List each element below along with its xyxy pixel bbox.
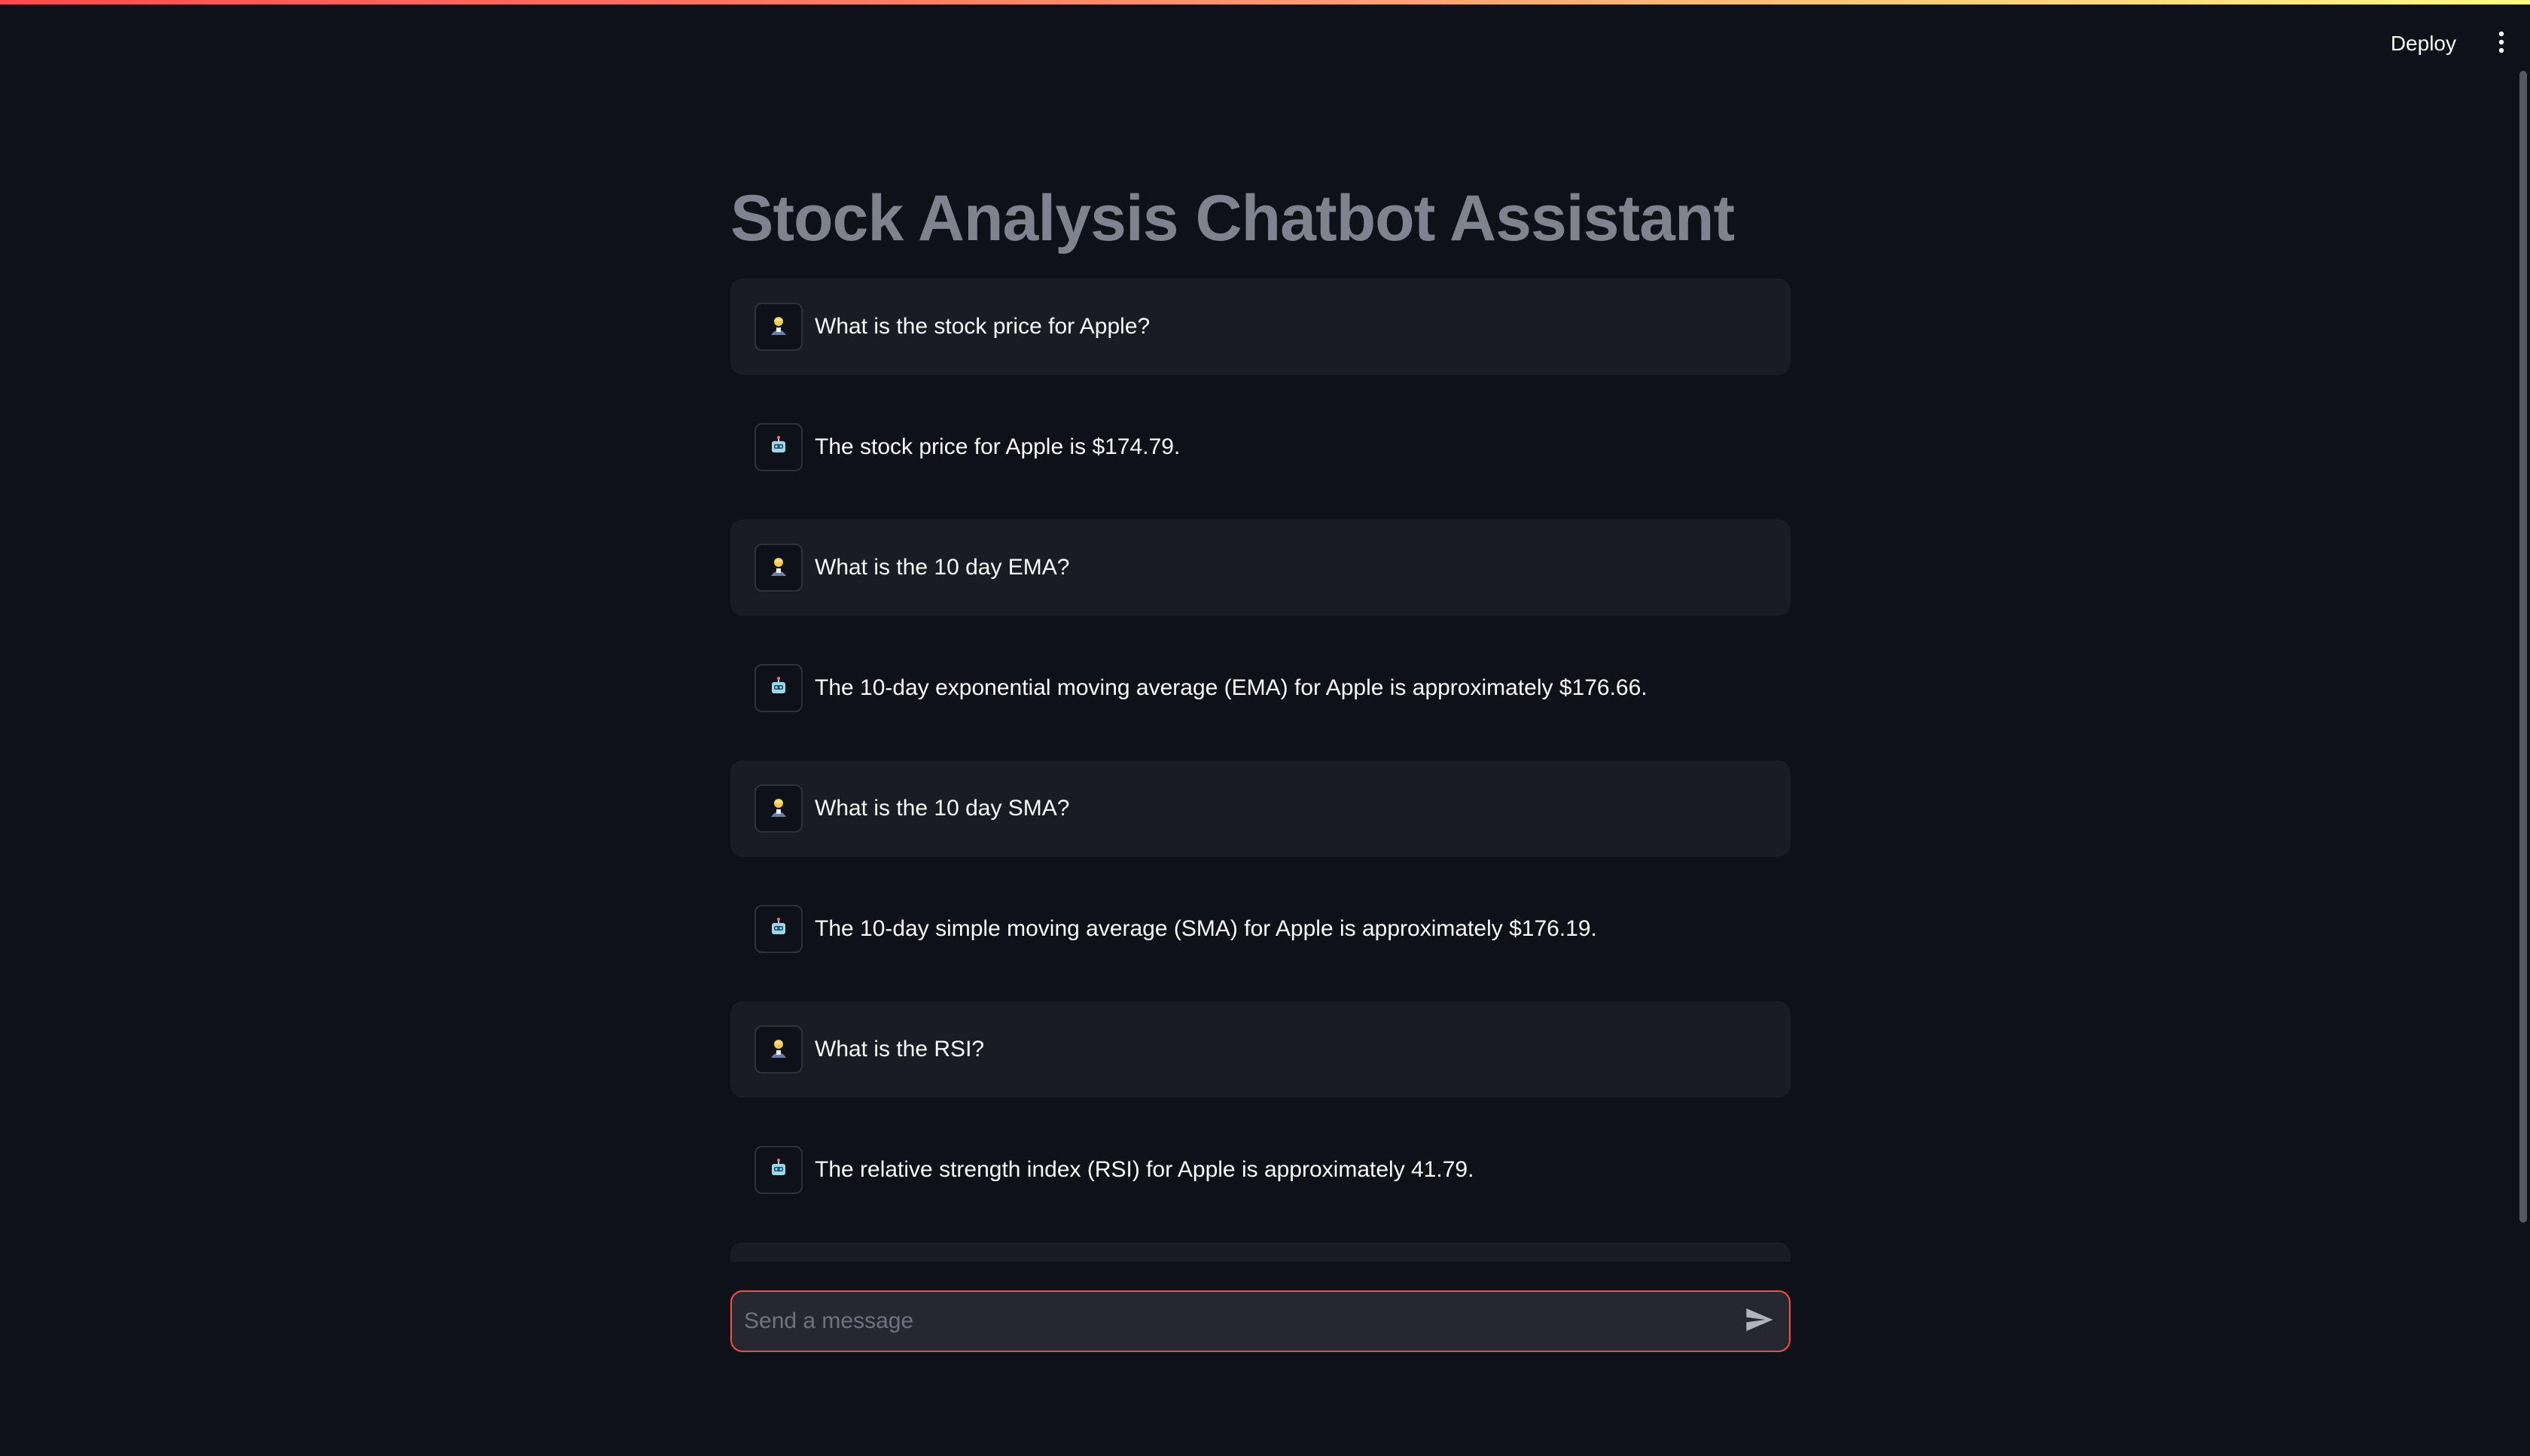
- assistant-avatar: [754, 905, 803, 953]
- assistant-avatar: [754, 664, 803, 712]
- chat-message-list: What is the stock price for Apple? The s…: [730, 279, 1791, 1262]
- user-avatar: [754, 303, 803, 351]
- robot-avatar-icon: [767, 434, 790, 461]
- robot-avatar-icon: [767, 916, 790, 943]
- message-text: The 10-day exponential moving average (E…: [815, 675, 1648, 700]
- user-avatar-icon: [767, 555, 790, 581]
- chat-message-user: What is the RSI?: [730, 1001, 1791, 1098]
- message-text: What is the stock price for Apple?: [815, 314, 1151, 339]
- deploy-button[interactable]: Deploy: [2373, 20, 2474, 68]
- user-avatar: [754, 544, 803, 592]
- assistant-avatar: [754, 1146, 803, 1194]
- chat-message-assistant: The relative strength index (RSI) for Ap…: [730, 1122, 1791, 1218]
- robot-avatar-icon: [767, 1157, 790, 1183]
- message-text: The stock price for Apple is $174.79.: [815, 434, 1181, 459]
- message-text: The relative strength index (RSI) for Ap…: [815, 1157, 1474, 1182]
- user-avatar-icon: [767, 1037, 790, 1063]
- main-menu-button[interactable]: [2480, 20, 2522, 68]
- user-avatar-icon: [767, 314, 790, 340]
- chat-input-container: [730, 1290, 1791, 1352]
- page-title: Stock Analysis Chatbot Assistant: [730, 182, 1735, 254]
- more-vertical-icon: [2497, 30, 2506, 58]
- chat-message-user-clipped: [730, 1242, 1791, 1262]
- user-avatar-icon: [767, 796, 790, 822]
- robot-avatar-icon: [767, 675, 790, 702]
- chat-message-user: What is the stock price for Apple?: [730, 279, 1791, 375]
- message-text: What is the RSI?: [815, 1037, 985, 1062]
- chat-message-assistant: The 10-day exponential moving average (E…: [730, 640, 1791, 736]
- chat-message-input[interactable]: [732, 1292, 1729, 1351]
- main-content: Stock Analysis Chatbot Assistant What is…: [730, 166, 1791, 1262]
- chat-message-assistant: The 10-day simple moving average (SMA) f…: [730, 881, 1791, 977]
- chat-message-user: What is the 10 day SMA?: [730, 760, 1791, 857]
- message-text: The 10-day simple moving average (SMA) f…: [815, 916, 1597, 941]
- user-avatar: [754, 1025, 803, 1074]
- assistant-avatar: [754, 423, 803, 471]
- page-scrollbar[interactable]: [2519, 71, 2527, 1223]
- chat-message-user: What is the 10 day EMA?: [730, 519, 1791, 616]
- message-text: What is the 10 day SMA?: [815, 796, 1070, 821]
- send-icon: [1744, 1305, 1774, 1339]
- chat-message-assistant: The stock price for Apple is $174.79.: [730, 399, 1791, 495]
- app-header: Deploy: [0, 5, 2530, 77]
- user-avatar: [754, 784, 803, 833]
- message-text: What is the 10 day EMA?: [815, 555, 1070, 580]
- send-button[interactable]: [1729, 1292, 1789, 1351]
